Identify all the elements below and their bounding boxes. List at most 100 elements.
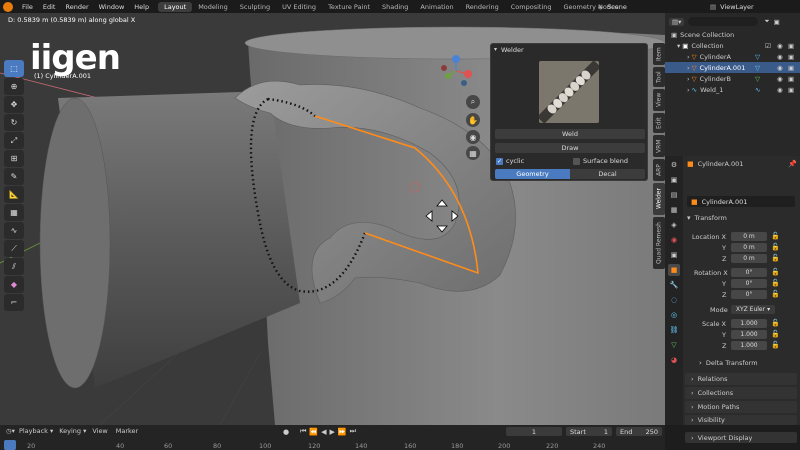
play-icon[interactable]: ▶	[330, 428, 335, 436]
relations-section[interactable]: › Relations	[685, 373, 797, 385]
lock-icon[interactable]: 🔓	[771, 254, 780, 262]
scene-icon[interactable]: ◈	[668, 219, 680, 231]
data-icon[interactable]: ▽	[668, 339, 680, 351]
tab-view[interactable]: View	[653, 89, 665, 111]
object-icon[interactable]: ■	[668, 264, 680, 276]
tab-texture-paint[interactable]: Texture Paint	[322, 2, 376, 12]
viewlayer-selector[interactable]: ▤ ViewLayer	[710, 0, 754, 13]
eraser-icon[interactable]: ◆	[4, 276, 24, 293]
outliner-item-cylinderb[interactable]: › ▽ CylinderB ▽ ◉ ▣	[665, 73, 800, 84]
scene-selector[interactable]: ◈ Scene	[598, 0, 627, 13]
tab-welder[interactable]: Welder	[653, 183, 665, 215]
rotation-z-field[interactable]: 0°	[731, 290, 767, 299]
visibility-section[interactable]: › Visibility	[685, 415, 797, 425]
tab-vrm[interactable]: VRM	[653, 135, 665, 157]
transform-icon[interactable]: ⊞	[4, 150, 24, 167]
keying-menu[interactable]: Keying	[59, 427, 81, 435]
start-frame-field[interactable]: Start 1	[566, 427, 612, 436]
lock-icon[interactable]: 🔓	[771, 243, 780, 251]
tool-settings-icon[interactable]: ⚙	[668, 159, 680, 171]
eye-icon[interactable]: ◉	[777, 42, 783, 50]
tab-layout[interactable]: Layout	[158, 1, 193, 12]
camera-icon[interactable]: ▣	[788, 86, 794, 94]
location-y-field[interactable]: 0 m	[731, 243, 767, 252]
menu-render[interactable]: Render	[60, 3, 93, 11]
view-menu[interactable]: View	[92, 427, 107, 435]
scale-y-field[interactable]: 1.000	[731, 330, 767, 339]
camera-icon[interactable]: ▣	[788, 53, 794, 61]
play-reverse-icon[interactable]: ◀	[321, 428, 326, 436]
camera-icon[interactable]: ▣	[788, 64, 794, 72]
scale-x-field[interactable]: 1.000	[731, 319, 767, 328]
transform-section-header[interactable]: ▾ Transform	[687, 214, 727, 222]
viewport-display-section[interactable]: › Viewport Display	[685, 432, 797, 443]
tab-shading[interactable]: Shading	[376, 2, 414, 12]
tab-arp[interactable]: ARP	[653, 159, 665, 181]
modifier-icon[interactable]: 🔧	[668, 279, 680, 291]
scale-icon[interactable]: ⤢	[4, 132, 24, 149]
rip-icon[interactable]: ⌐	[4, 294, 24, 311]
lock-icon[interactable]: 🔓	[771, 279, 780, 287]
rotation-x-field[interactable]: 0°	[731, 268, 767, 277]
outliner-search-input[interactable]	[688, 17, 759, 26]
outliner-filter-icon[interactable]: ▤▾	[669, 17, 685, 26]
measure-icon[interactable]: 📐	[4, 186, 24, 203]
draw-button[interactable]: Draw	[495, 143, 645, 153]
marker-menu[interactable]: Marker	[116, 427, 138, 435]
camera-icon[interactable]: ▣	[788, 75, 794, 83]
draw-curve-icon[interactable]: ∿	[4, 222, 24, 239]
lock-icon[interactable]: 🔓	[771, 319, 780, 327]
tab-decal[interactable]: Decal	[570, 169, 645, 179]
next-keyframe-icon[interactable]: ⏩	[338, 428, 347, 436]
weld-thumbnail[interactable]	[539, 61, 599, 123]
outliner-item-cylindera001[interactable]: › ▽ CylinderA.001 ▽ ◉ ▣	[665, 62, 800, 73]
lock-icon[interactable]: 🔓	[771, 268, 780, 276]
rotation-mode-select[interactable]: XYZ Euler ▾	[731, 305, 775, 314]
eye-icon[interactable]: ◉	[777, 75, 783, 83]
tab-geometry[interactable]: Geometry	[495, 169, 570, 179]
annotate-icon[interactable]: ✎	[4, 168, 24, 185]
record-icon[interactable]: ●	[283, 428, 289, 436]
location-z-field[interactable]: 0 m	[731, 254, 767, 263]
tab-tool[interactable]: Tool	[653, 67, 665, 87]
knife-icon[interactable]: ⟋	[4, 240, 24, 257]
menu-edit[interactable]: Edit	[38, 3, 61, 11]
tab-quad-remesh[interactable]: Quad Remesh	[653, 217, 665, 269]
lock-icon[interactable]: 🔓	[771, 232, 780, 240]
material-icon[interactable]: ◕	[668, 354, 680, 366]
menu-file[interactable]: File	[17, 3, 38, 11]
world-icon[interactable]: ◉	[668, 234, 680, 246]
tab-modeling[interactable]: Modeling	[192, 2, 234, 12]
lock-icon[interactable]: 🔓	[771, 330, 780, 338]
menu-window[interactable]: Window	[94, 3, 130, 11]
location-x-field[interactable]: 0 m	[731, 232, 767, 241]
lock-icon[interactable]: 🔓	[771, 341, 780, 349]
pin-icon[interactable]: 📌	[788, 160, 797, 168]
tab-item[interactable]: Item	[653, 43, 665, 65]
eye-icon[interactable]: ◉	[777, 53, 783, 61]
eye-icon[interactable]: ◉	[777, 64, 783, 72]
particles-icon[interactable]: ◌	[668, 294, 680, 306]
move-icon[interactable]: ✥	[4, 96, 24, 113]
prev-keyframe-icon[interactable]: ⏪	[309, 428, 318, 436]
bisect-icon[interactable]: ⫽	[4, 258, 24, 275]
tab-edit[interactable]: Edit	[653, 113, 665, 133]
collection-icon[interactable]: ▣	[668, 249, 680, 261]
weld-button[interactable]: Weld	[495, 129, 645, 139]
scale-z-field[interactable]: 1.000	[731, 341, 767, 350]
playhead[interactable]	[4, 440, 16, 450]
new-collection-icon[interactable]: ▣	[774, 18, 780, 26]
add-cube-icon[interactable]: ▦	[4, 204, 24, 221]
funnel-icon[interactable]: ⏷	[764, 17, 769, 26]
tab-compositing[interactable]: Compositing	[505, 2, 558, 12]
tab-rendering[interactable]: Rendering	[460, 2, 505, 12]
outliner-item-cylindera[interactable]: › ▽ CylinderA ▽ ◉ ▣	[665, 51, 800, 62]
tab-uv-editing[interactable]: UV Editing	[276, 2, 322, 12]
collections-section[interactable]: › Collections	[685, 387, 797, 399]
output-icon[interactable]: ▤	[668, 189, 680, 201]
camera-icon[interactable]: ◉	[466, 130, 480, 144]
tab-animation[interactable]: Animation	[414, 2, 459, 12]
physics-icon[interactable]: ◎	[668, 309, 680, 321]
playback-menu[interactable]: Playback	[19, 427, 48, 435]
surface-blend-checkbox[interactable]: Surface blend	[573, 157, 628, 165]
